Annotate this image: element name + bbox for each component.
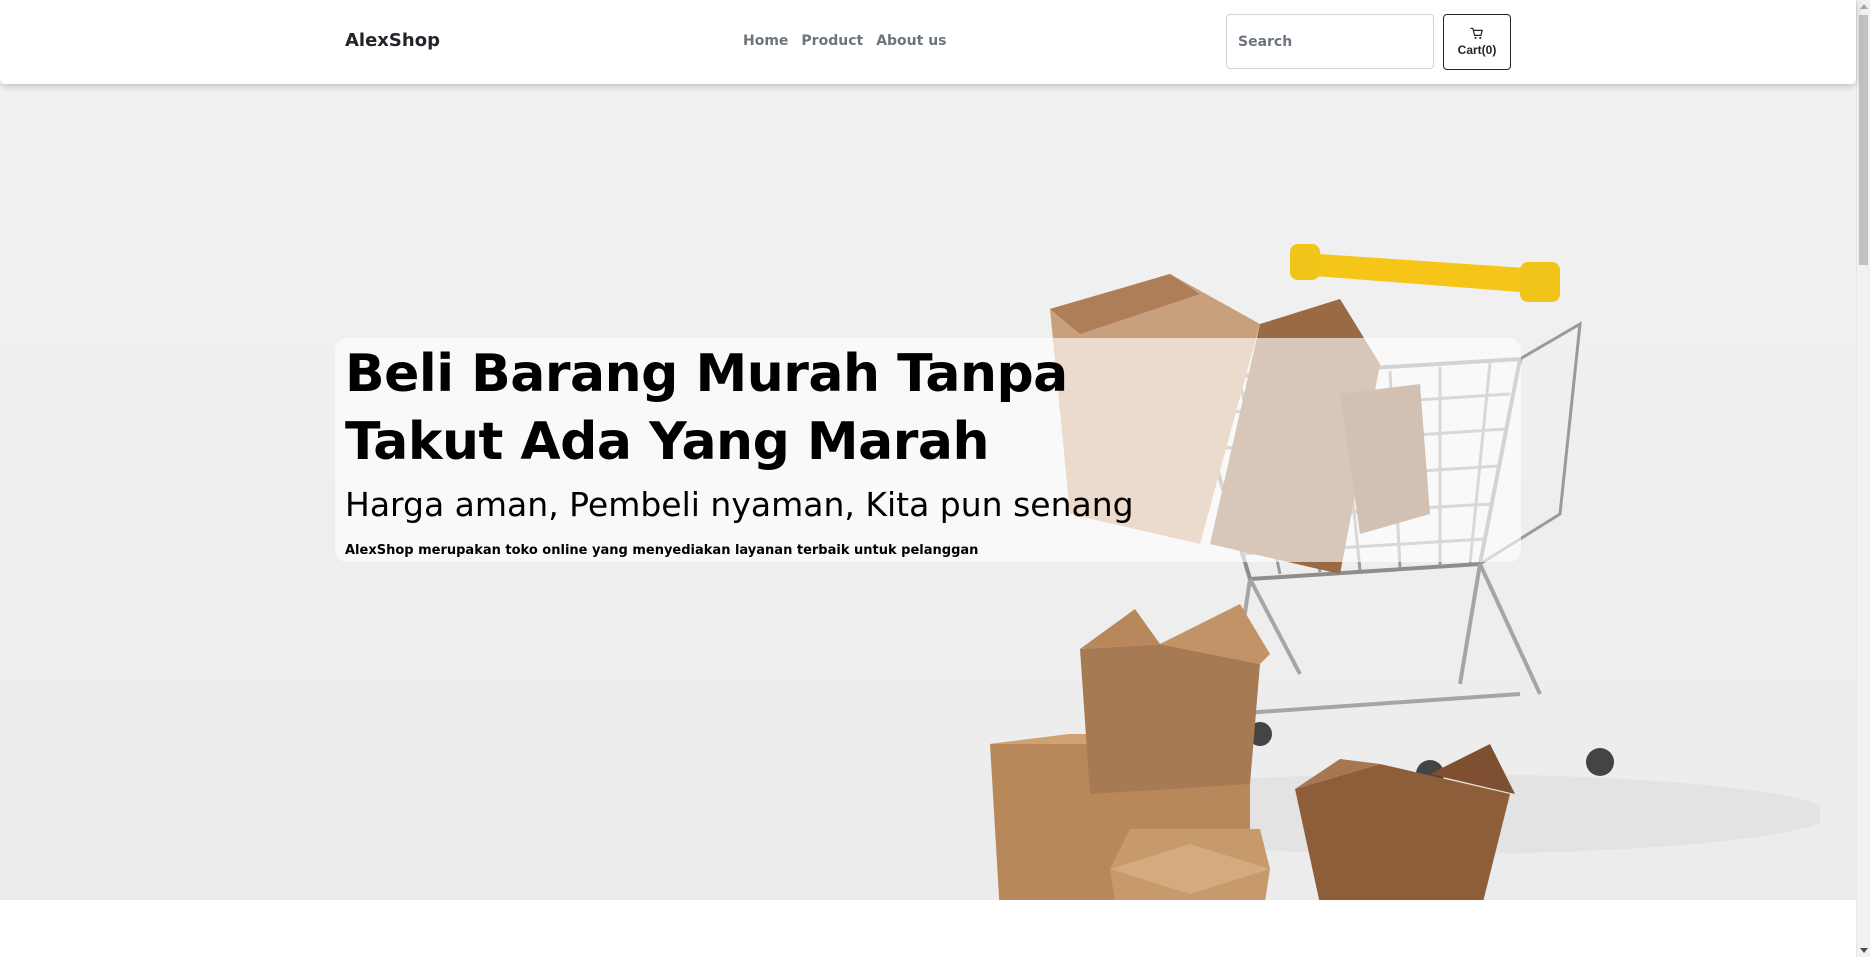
cart-icon [1470, 27, 1483, 39]
cart-label: Cart(0) [1457, 43, 1497, 57]
hero-title: Beli Barang Murah Tanpa Takut Ada Yang M… [345, 344, 1068, 472]
scroll-down-arrow-icon[interactable] [1860, 948, 1868, 953]
page: AlexShop Home Product About us Cart(0) [0, 0, 1870, 957]
scroll-up-arrow-icon[interactable] [1860, 4, 1868, 9]
nav-link-home[interactable]: Home [743, 33, 788, 49]
page-scrollbar[interactable] [1856, 0, 1870, 957]
hero-subtitle: Harga aman, Pembeli nyaman, Kita pun sen… [345, 485, 1134, 524]
nav-link-product[interactable]: Product [801, 33, 863, 49]
cart-button[interactable]: Cart(0) [1443, 14, 1511, 70]
scroll-thumb[interactable] [1859, 15, 1868, 265]
search-input[interactable] [1226, 14, 1434, 69]
cart-handle [1290, 252, 1545, 294]
brand-logo[interactable]: AlexShop [345, 30, 440, 51]
nav-links: Home Product About us [743, 33, 960, 49]
nav-link-about-us[interactable]: About us [876, 33, 946, 49]
hero-section: Beli Barang Murah Tanpa Takut Ada Yang M… [0, 84, 1856, 900]
hero-description: AlexShop merupakan toko online yang meny… [345, 543, 979, 558]
floor-boxes [990, 604, 1515, 900]
navbar: AlexShop Home Product About us Cart(0) [0, 0, 1856, 84]
